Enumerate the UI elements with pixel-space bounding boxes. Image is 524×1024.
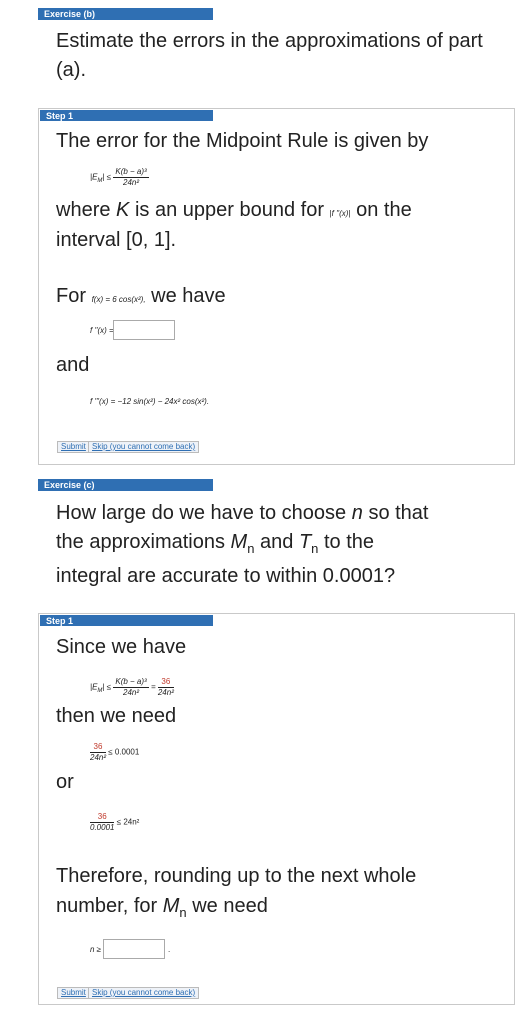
and-text: and <box>56 354 90 376</box>
interval-text: interval [0, 1]. <box>56 229 177 251</box>
exercise-c-question-line1: How large do we have to choose n so that <box>56 502 429 524</box>
then-we-need-text: then we need <box>56 705 177 727</box>
where-k-text: where K is an upper bound for |f ''(x)| … <box>56 199 412 221</box>
n-label: n ≥ <box>90 945 102 954</box>
or-text: or <box>56 771 74 793</box>
midpoint-error-intro: The error for the Midpoint Rule is given… <box>56 130 429 152</box>
third-derivative-expression: f '''(x) = −12 sin(x²) − 24x² cos(x²). <box>90 397 210 406</box>
second-derivative-label: f ''(x) = <box>90 326 114 335</box>
exercise-c-question-line2: the approximations Mn and Tn to the <box>56 531 375 556</box>
exercise-b-header: Exercise (b) <box>38 8 213 20</box>
exercise-b-step1-header: Step 1 <box>40 110 213 121</box>
therefore-text-line2: number, for Mn we need <box>56 895 268 920</box>
since-we-have-text: Since we have <box>56 636 187 658</box>
exercise-c-header: Exercise (c) <box>38 479 213 491</box>
skip-button[interactable]: Skip (you cannot come back) <box>88 987 200 999</box>
or-inequality: 36 0.0001 ≤ 24n² <box>90 812 140 832</box>
exercise-c-question-line3: integral are accurate to within 0.0001? <box>56 565 396 587</box>
n-input[interactable] <box>103 939 165 959</box>
therefore-text-line1: Therefore, rounding up to the next whole <box>56 865 417 887</box>
skip-button[interactable]: Skip (you cannot come back) <box>88 441 200 453</box>
need-inequality: 36 24n² ≤ 0.0001 <box>90 742 140 762</box>
submit-button[interactable]: Submit <box>57 987 90 999</box>
exercise-c-step1-header: Step 1 <box>40 615 213 626</box>
second-derivative-input[interactable] <box>113 320 175 340</box>
for-function-text: For f(x) = 6 cos(x²), we have <box>56 285 226 307</box>
exercise-b-question: Estimate the errors in the approximation… <box>56 30 483 81</box>
submit-button[interactable]: Submit <box>57 441 90 453</box>
error-bound-inequality: |EM| ≤ K(b − a)³ 24n² = 36 24n² <box>90 677 174 697</box>
midpoint-error-formula: |EM| ≤ K(b − a)³ 24n² <box>90 167 149 187</box>
n-period: . <box>168 945 171 954</box>
